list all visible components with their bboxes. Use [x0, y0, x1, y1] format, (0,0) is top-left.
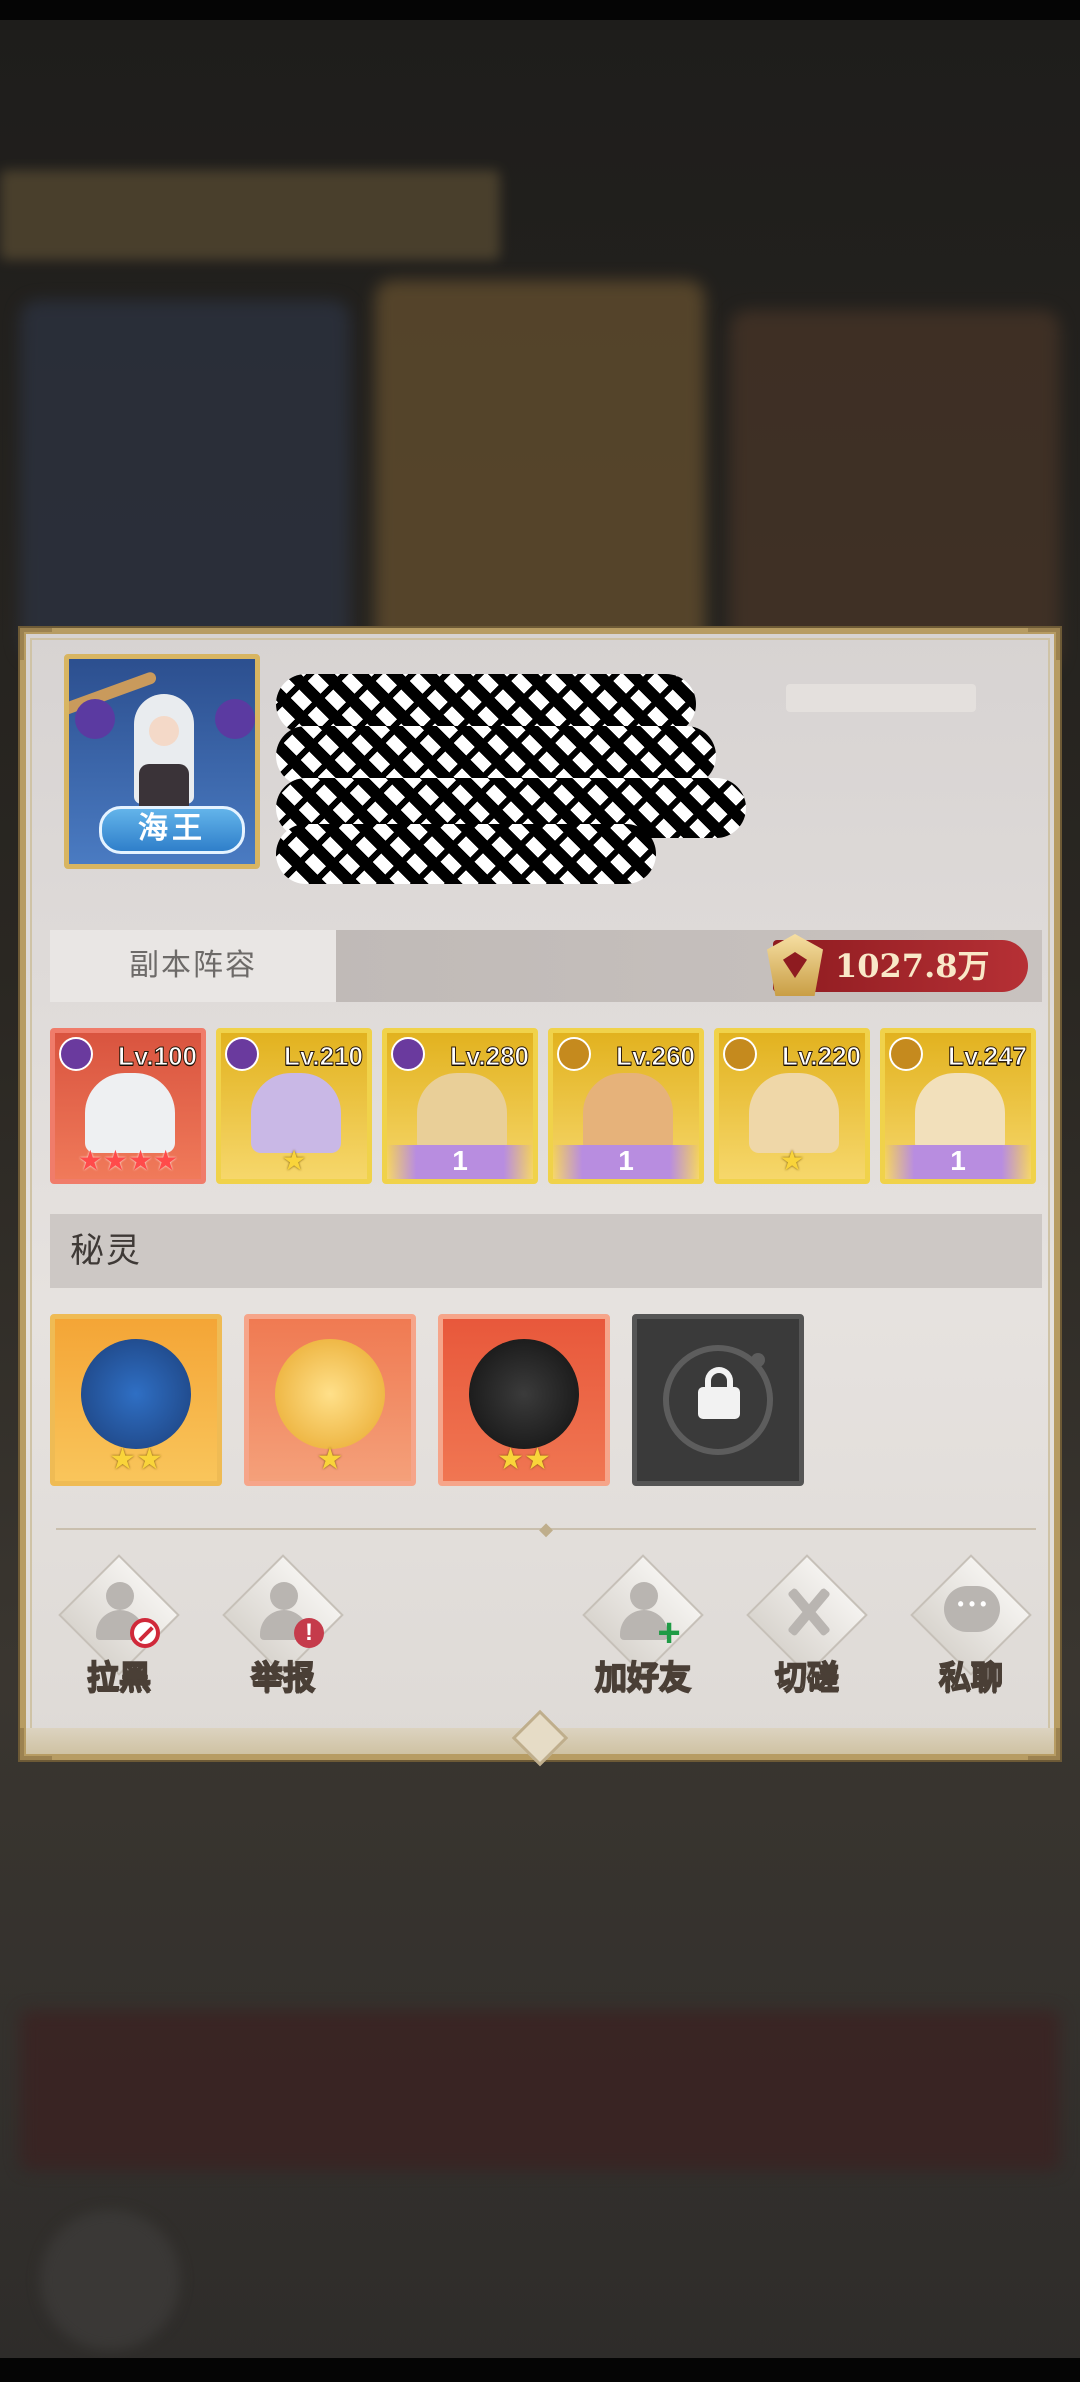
player-avatar[interactable]: 海王 — [64, 654, 260, 869]
faction-icon — [59, 1037, 93, 1071]
hero-stars: ★ — [281, 1145, 307, 1176]
hero-portrait — [915, 1073, 1005, 1153]
background-card — [375, 280, 705, 660]
faction-icon — [557, 1037, 591, 1071]
hero-stars: 1 — [885, 1145, 1031, 1179]
block-label: 拉黑 — [86, 1658, 152, 1696]
report-user-icon: ! — [252, 1576, 324, 1648]
hero-portrait — [85, 1073, 175, 1153]
spirit-section-title: 秘灵 — [70, 1232, 142, 1270]
faction-icon — [723, 1037, 757, 1071]
spirit-card[interactable]: ★★ — [50, 1314, 222, 1486]
hero-stars: ★ — [779, 1145, 805, 1176]
lock-body — [698, 1387, 740, 1419]
action-bar: 拉黑 ! 举报 + 加好友 切磋 • • • 私聊 — [26, 1554, 1054, 1704]
faction-icon — [391, 1037, 425, 1071]
player-info-dialog: 海王 副本阵容 1027.8万 Lv.100 ★★★★ Lv.210 ★ Lv.… — [20, 628, 1060, 1767]
private-chat-button[interactable]: 私聊 — [906, 1554, 1036, 1696]
hero-portrait — [583, 1073, 673, 1153]
frame-corner — [1028, 628, 1060, 660]
hero-level: Lv.247 — [947, 1041, 1027, 1072]
spirit-list: ★★ ★ ★★ — [50, 1314, 850, 1494]
hero-card[interactable]: Lv.260 1 — [548, 1028, 704, 1184]
hero-level: Lv.260 — [615, 1041, 695, 1072]
report-button[interactable]: ! 举报 — [218, 1554, 348, 1696]
avatar-claw-left — [75, 699, 115, 739]
tab-dungeon-lineup[interactable]: 副本阵容 — [50, 930, 336, 1002]
spar-label: 切磋 — [774, 1658, 840, 1696]
hero-stars: 1 — [387, 1145, 533, 1179]
black-rabbit-spirit-icon — [469, 1339, 579, 1449]
private-chat-label: 私聊 — [938, 1658, 1004, 1696]
player-info-line — [786, 684, 976, 712]
hero-level: Lv.280 — [449, 1041, 529, 1072]
hero-level: Lv.100 — [117, 1041, 197, 1072]
locked-spirit-slot[interactable] — [632, 1314, 804, 1486]
ornament-gem — [511, 1709, 569, 1767]
navigation-bar — [0, 2358, 1080, 2382]
hero-portrait — [251, 1073, 341, 1153]
golden-fox-spirit-icon — [275, 1339, 385, 1449]
hero-stars: ★★★★ — [77, 1145, 179, 1176]
spirit-section-header: 秘灵 — [50, 1214, 1042, 1288]
background-banner — [0, 170, 500, 260]
title-badge: 海王 — [99, 806, 245, 854]
background-card — [730, 310, 1060, 670]
status-bar — [0, 0, 1080, 20]
hero-stars: 1 — [553, 1145, 699, 1179]
spirit-card[interactable]: ★ — [244, 1314, 416, 1486]
spar-button[interactable]: 切磋 — [742, 1554, 872, 1696]
combat-power-value: 1027.8万 — [835, 947, 990, 985]
hero-card[interactable]: Lv.210 ★ — [216, 1028, 372, 1184]
background-card — [20, 300, 350, 660]
lineup-header: 副本阵容 1027.8万 — [50, 930, 1042, 1002]
chat-bubble-icon — [940, 1576, 1002, 1646]
frame-corner — [20, 628, 52, 660]
power-crest-icon — [767, 934, 823, 996]
blue-dragon-spirit-icon — [81, 1339, 191, 1449]
hero-portrait — [749, 1073, 839, 1153]
hero-level: Lv.210 — [283, 1041, 363, 1072]
crossed-swords-icon — [776, 1576, 838, 1646]
background-button — [40, 2210, 180, 2350]
report-label: 举报 — [250, 1658, 316, 1696]
spirit-stars: ★ — [316, 1443, 344, 1476]
hero-card[interactable]: Lv.100 ★★★★ — [50, 1028, 206, 1184]
hero-lineup-list: Lv.100 ★★★★ Lv.210 ★ Lv.280 1 Lv.260 1 L… — [50, 1028, 1040, 1188]
hero-card[interactable]: Lv.247 1 — [880, 1028, 1036, 1184]
dialog-bottom-ornament — [26, 1709, 1054, 1767]
divider-ornament: ◆ — [539, 1519, 553, 1539]
hero-portrait — [417, 1073, 507, 1153]
block-button[interactable]: 拉黑 — [54, 1554, 184, 1696]
hero-card[interactable]: Lv.220 ★ — [714, 1028, 870, 1184]
redacted-player-name — [276, 654, 776, 884]
combat-power: 1027.8万 — [767, 934, 1028, 996]
spirit-stars: ★★ — [109, 1443, 163, 1476]
faction-icon — [225, 1037, 259, 1071]
block-user-icon — [88, 1576, 160, 1648]
add-friend-icon: + — [612, 1576, 681, 1653]
add-friend-label: 加好友 — [594, 1658, 692, 1696]
background-strip — [20, 2010, 1060, 2170]
spirit-card[interactable]: ★★ — [438, 1314, 610, 1486]
add-friend-button[interactable]: + 加好友 — [578, 1554, 708, 1696]
avatar-claw-right — [215, 699, 255, 739]
hero-level: Lv.220 — [781, 1041, 861, 1072]
spirit-stars: ★★ — [497, 1443, 551, 1476]
hero-card[interactable]: Lv.280 1 — [382, 1028, 538, 1184]
faction-icon — [889, 1037, 923, 1071]
